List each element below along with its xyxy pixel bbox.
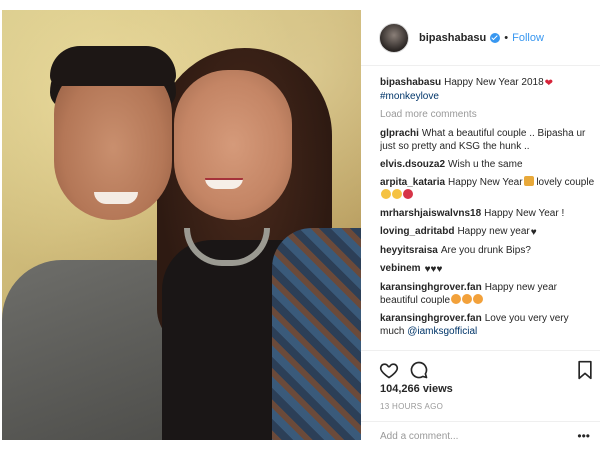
bookmark-icon[interactable] — [575, 360, 595, 380]
comment-username[interactable]: mrharshjaiswalvns18 — [380, 208, 481, 219]
avatar[interactable] — [379, 22, 409, 53]
comment-username[interactable]: elvis.dsouza2 — [380, 159, 445, 170]
heart-eyes-icon — [462, 294, 473, 304]
black-heart-icon: ♥ — [530, 227, 537, 238]
photo-man-smile — [94, 192, 138, 204]
follow-button[interactable]: Follow — [512, 32, 544, 44]
comment-text: Happy New Year ! — [484, 208, 565, 219]
comment-mention[interactable]: @iamksgofficial — [407, 326, 477, 337]
comment-username[interactable]: vebinem — [380, 263, 421, 274]
list-item: loving_adritabd Happy new year♥ — [380, 225, 595, 239]
caption: bipashabasu Happy New Year 2018❤ #monkeyl… — [380, 76, 595, 103]
list-item: heyyitsraisa Are you drunk Bips? — [380, 244, 595, 257]
photo-man-hairline — [50, 46, 176, 86]
grinning-face-icon — [392, 189, 402, 199]
speech-bubble-icon[interactable] — [409, 360, 429, 380]
list-item: arpita_kataria Happy New Year lovely coup… — [380, 176, 595, 202]
post-header: bipashabasu • Follow — [361, 10, 600, 66]
comment-username[interactable]: heyyitsraisa — [380, 245, 438, 256]
photo-woman-jacket — [272, 228, 361, 440]
header-username[interactable]: bipashabasu — [419, 32, 486, 44]
view-count[interactable]: 104,266 views — [380, 383, 453, 395]
caption-username[interactable]: bipashabasu — [380, 77, 441, 88]
load-more-comments-button[interactable]: Load more comments — [380, 108, 595, 121]
red-heart-icon: ❤ — [544, 78, 554, 89]
list-item: glprachi What a beautiful couple .. Bipas… — [380, 127, 595, 153]
comment-username[interactable]: glprachi — [380, 128, 419, 139]
list-item: karansinghgrover.fan Love you very very m… — [380, 312, 595, 338]
list-item: karansinghgrover.fan Happy new year beaut… — [380, 281, 595, 307]
comment-text-2: lovely couple — [533, 177, 595, 188]
comment-username[interactable]: karansinghgrover.fan — [380, 282, 482, 293]
heart-eyes-icon — [451, 294, 462, 304]
verified-badge-icon — [490, 32, 501, 43]
black-hearts-icon: ♥♥♥ — [424, 264, 443, 275]
caption-hashtag[interactable]: #monkeylove — [380, 91, 439, 102]
post-actions: 104,266 views 13 HOURS AGO Add a comment… — [361, 350, 600, 450]
header-separator: • — [504, 31, 509, 44]
photo-woman-smile — [205, 178, 243, 189]
smiling-face-icon — [381, 189, 391, 199]
caption-text: Happy New Year 2018 — [444, 77, 544, 88]
comments-list: bipashabasu Happy New Year 2018❤ #monkeyl… — [380, 76, 595, 346]
photo-woman-face — [174, 70, 292, 220]
comment-username[interactable]: arpita_kataria — [380, 177, 445, 188]
comment-text: Wish u the same — [448, 159, 523, 170]
kiss-lips-icon — [403, 189, 413, 199]
instagram-post: bipashabasu • Follow bipashabasu Happy Ne… — [0, 0, 600, 450]
add-comment-placeholder: Add a comment... — [380, 431, 459, 442]
list-item: mrharshjaiswalvns18 Happy New Year ! — [380, 207, 595, 220]
comment-text: Are you drunk Bips? — [440, 245, 531, 256]
post-photo[interactable] — [2, 10, 361, 440]
heart-outline-icon[interactable] — [379, 360, 399, 380]
list-item: elvis.dsouza2 Wish u the same — [380, 158, 595, 171]
comment-username[interactable]: loving_adritabd — [380, 226, 454, 237]
add-comment-input[interactable]: Add a comment... ••• — [361, 421, 600, 450]
more-options-icon[interactable]: ••• — [577, 429, 590, 443]
list-item: vebinem ♥♥♥ — [380, 262, 595, 276]
heart-eyes-icon — [473, 294, 484, 304]
comment-text: Happy New Year — [448, 177, 523, 188]
post-timestamp: 13 HOURS AGO — [380, 402, 444, 411]
party-popper-icon — [523, 176, 534, 186]
comment-username[interactable]: karansinghgrover.fan — [380, 313, 482, 324]
comment-text: Happy new year — [457, 226, 530, 237]
